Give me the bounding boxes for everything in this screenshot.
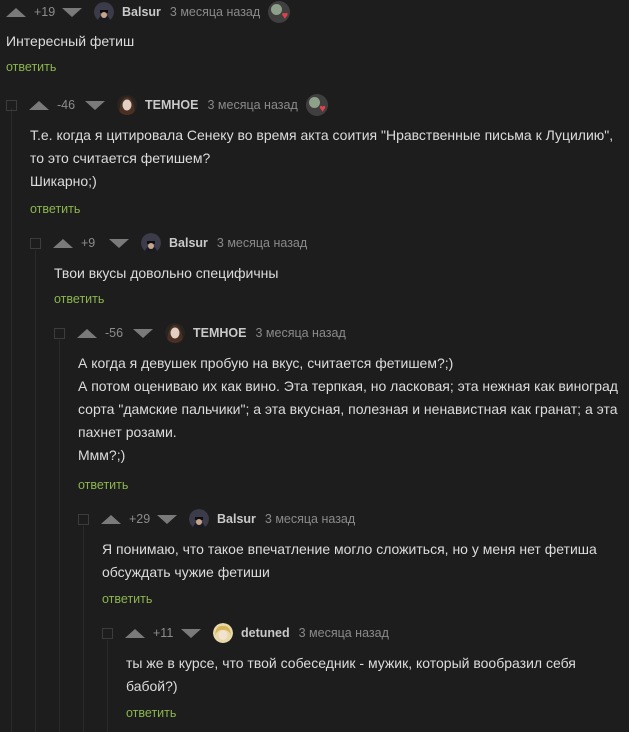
collapse-toggle[interactable] [102,627,113,639]
upvote-icon[interactable] [101,514,121,524]
award-icon[interactable]: ♥ [305,94,328,116]
award-icon[interactable]: ♥ [268,1,291,23]
blond-avatar-icon[interactable] [213,623,233,643]
comment-header: -46 ТЕМНОЕ 3 месяца назад ♥ [6,94,328,116]
collapse-toggle[interactable] [6,99,17,111]
comment-author[interactable]: ТЕМНОЕ [145,98,198,112]
reply-link[interactable]: ответить [102,592,152,606]
upvote-icon[interactable] [29,100,49,110]
reply-link[interactable]: ответить [30,202,80,216]
reply-link[interactable]: ответить [126,706,176,720]
thread-line[interactable] [107,640,108,732]
reply-link[interactable]: ответить [78,478,128,492]
girl-avatar-icon[interactable] [117,95,137,115]
comment-score: +9 [81,236,96,250]
upvote-icon[interactable] [77,328,97,338]
thread-line[interactable] [35,250,36,732]
comment-time[interactable]: 3 месяца назад [207,98,297,112]
reply-link[interactable]: ответить [54,292,104,306]
collapse-toggle[interactable] [78,513,89,525]
comment-text: А когда я девушек пробую на вкус, считае… [78,355,618,463]
downvote-icon[interactable] [109,238,129,248]
downvote-icon[interactable] [133,328,153,338]
comment-score: +11 [153,626,174,640]
comment-score: +19 [34,5,56,19]
upvote-icon[interactable] [125,628,145,638]
collapse-toggle[interactable] [30,237,41,249]
comment-header: +9 Balsur 3 месяца назад [30,232,315,254]
comment-time[interactable]: 3 месяца назад [299,626,389,640]
upvote-icon[interactable] [6,7,26,17]
comment-score: -56 [105,326,124,340]
collapse-toggle[interactable] [54,327,65,339]
comment-time[interactable]: 3 месяца назад [255,326,345,340]
comment-author[interactable]: Balsur [217,512,256,526]
girl-avatar-icon[interactable] [165,323,185,343]
comment-text: Интересный фетиш [6,33,135,49]
comment-header: +29 Balsur 3 месяца назад [78,508,363,530]
comment-time[interactable]: 3 месяца назад [217,236,307,250]
comment-score: -46 [57,98,76,112]
downvote-icon[interactable] [181,628,201,638]
downvote-icon[interactable] [157,514,177,524]
thread-line[interactable] [11,108,12,732]
comment-text: Я понимаю, что такое впечатление могло с… [102,541,597,580]
comment-time[interactable]: 3 месяца назад [170,5,260,19]
hood-avatar-icon[interactable] [141,233,161,253]
comment-author[interactable]: Balsur [169,236,208,250]
comment-score: +29 [129,512,151,526]
comment-author[interactable]: detuned [241,626,290,640]
thread-line[interactable] [59,340,60,732]
thread-line[interactable] [83,526,84,732]
hood-avatar-icon[interactable] [94,2,114,22]
comment-author[interactable]: Balsur [122,5,161,19]
downvote-icon[interactable] [62,7,82,17]
reply-link[interactable]: ответить [6,60,56,74]
upvote-icon[interactable] [53,238,73,248]
downvote-icon[interactable] [85,100,105,110]
comment-text: Твои вкусы довольно специфичны [54,265,279,281]
comment-header: +19 Balsur 3 месяца назад ♥ [6,1,291,23]
comment-time[interactable]: 3 месяца назад [265,512,355,526]
comment-header: -56 ТЕМНОЕ 3 месяца назад [54,322,354,344]
hood-avatar-icon[interactable] [189,509,209,529]
comment-header: +11 detuned 3 месяца назад [102,622,397,644]
comment-text: ты же в курсе, что твой собеседник - муж… [126,655,576,694]
comment-author[interactable]: ТЕМНОЕ [193,326,246,340]
comment-text: Т.е. когда я цитировала Сенеку во время … [30,127,614,189]
